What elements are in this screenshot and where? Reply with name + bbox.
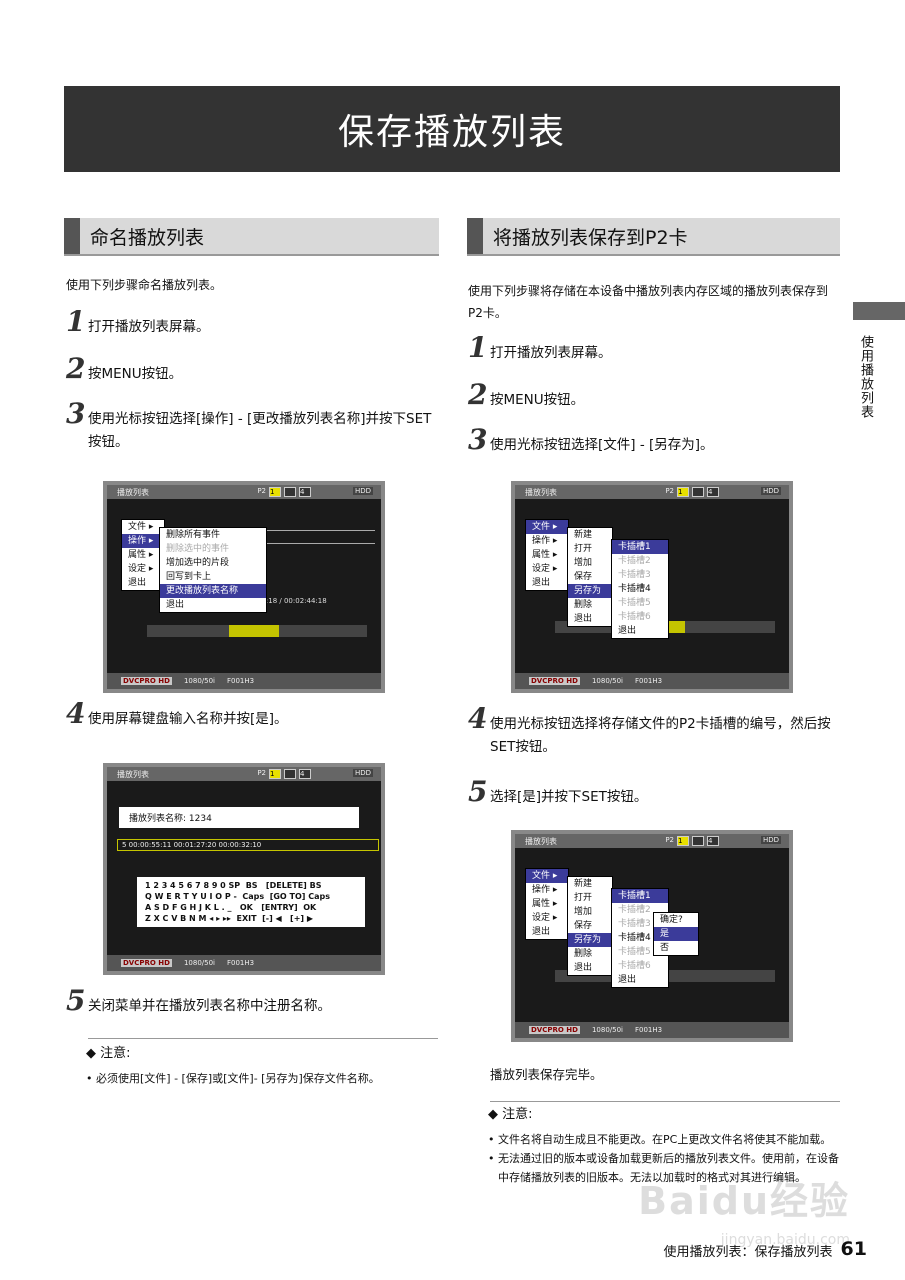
page-title: 保存播放列表 — [64, 86, 840, 172]
menu-operate[interactable]: 删除所有事件 删除选中的事件 增加选中的片段 回写到卡上 更改播放列表名称 退出 — [159, 527, 267, 613]
name-input[interactable]: 播放列表名称: 1234 — [119, 807, 359, 828]
step-left-2: 2 按MENU按钮。 — [66, 352, 183, 385]
screenshot-keyboard: 播放列表 P2 1 4 HDD 播放列表名称: 1234 5 00:00:55:11… — [103, 763, 385, 975]
intro-left: 使用下列步骤命名播放列表。 — [66, 278, 223, 292]
step-left-1: 1 打开播放列表屏幕。 — [66, 305, 210, 338]
done-text: 播放列表保存完毕。 — [490, 1067, 603, 1082]
page-footer: 使用播放列表：保存播放列表 61 — [663, 1238, 867, 1260]
no-option: 否 — [660, 943, 670, 953]
confirm-dialog[interactable]: 确定? 是否 — [653, 912, 699, 956]
yes-option: 是 — [654, 927, 698, 941]
screenshot-confirm: 播放列表 P2 1 4 HDD 文件 ▸ 操作 ▸ 属性 ▸ 设定 ▸ 退出 新建 打开 增加保… — [511, 830, 793, 1042]
side-tab-marker — [853, 302, 905, 320]
page-number: 61 — [840, 1238, 867, 1260]
screenshot-rename-menu: 播放列表 P2 1 4 HDD 44:18 / 00:02:44:18 文件 ▸ 操作… — [103, 481, 385, 693]
section-heading-right: 将播放列表保存到P2卡 — [467, 218, 840, 256]
watermark-logo: Baidu经验 — [638, 1179, 850, 1223]
menu-main[interactable]: 文件 ▸ 操作 ▸ 属性 ▸ 设定 ▸ 退出 — [525, 868, 569, 940]
heading-mark — [64, 218, 80, 254]
menu-main[interactable]: 文件 ▸ 操作 ▸ 属性 ▸ 设定 ▸ 退出 — [525, 519, 569, 591]
step-right-4: 4 使用光标按钮选择将存储文件的P2卡插槽的编号，然后按SET按钮。 — [468, 702, 831, 756]
menu-card-slot[interactable]: 卡插槽1 卡插槽2 卡插槽3 卡插槽4 卡插槽5 卡插槽6 退出 — [611, 539, 669, 639]
menu-file[interactable]: 新建 打开 增加 保存 另存为 删除 退出 — [567, 876, 613, 976]
step-right-3: 3 使用光标按钮选择[文件] - [另存为]。 — [468, 423, 714, 456]
step-right-1: 1 打开播放列表屏幕。 — [468, 331, 612, 364]
menu-file[interactable]: 新建 打开 增加 保存 另存为 删除 退出 — [567, 527, 613, 627]
step-left-3: 3 使用光标按钮选择[操作] - [更改播放列表名称]并按下SET按钮。 — [66, 397, 432, 451]
step-left-4: 4 使用屏幕键盘输入名称并按[是]。 — [66, 697, 288, 730]
screenshot-save-as-menu: 播放列表 P2 1 4 HDD 文件 ▸ 操作 ▸ 属性 ▸ 设定 ▸ 退出 新建 打开 增加保… — [511, 481, 793, 693]
step-right-5: 5 选择[是]并按下SET按钮。 — [468, 775, 648, 808]
step-left-5: 5 关闭菜单并在播放列表名称中注册名称。 — [66, 984, 331, 1017]
onscreen-keyboard[interactable]: 1 2 3 4 5 6 7 8 9 0 SP BS [DELETE] BS Q … — [137, 877, 365, 927]
intro-right: 使用下列步骤将存储在本设备中播放列表内存区域的播放列表保存到P2卡。 — [468, 284, 829, 320]
note-left: ◆ 注意: 必须使用[文件] - [保存]或[文件]- [另存为]保存文件名称。 — [86, 1044, 438, 1088]
section-heading-left: 命名播放列表 — [64, 218, 439, 256]
side-label: 使用播放列表 — [858, 335, 873, 419]
step-right-2: 2 按MENU按钮。 — [468, 378, 585, 411]
